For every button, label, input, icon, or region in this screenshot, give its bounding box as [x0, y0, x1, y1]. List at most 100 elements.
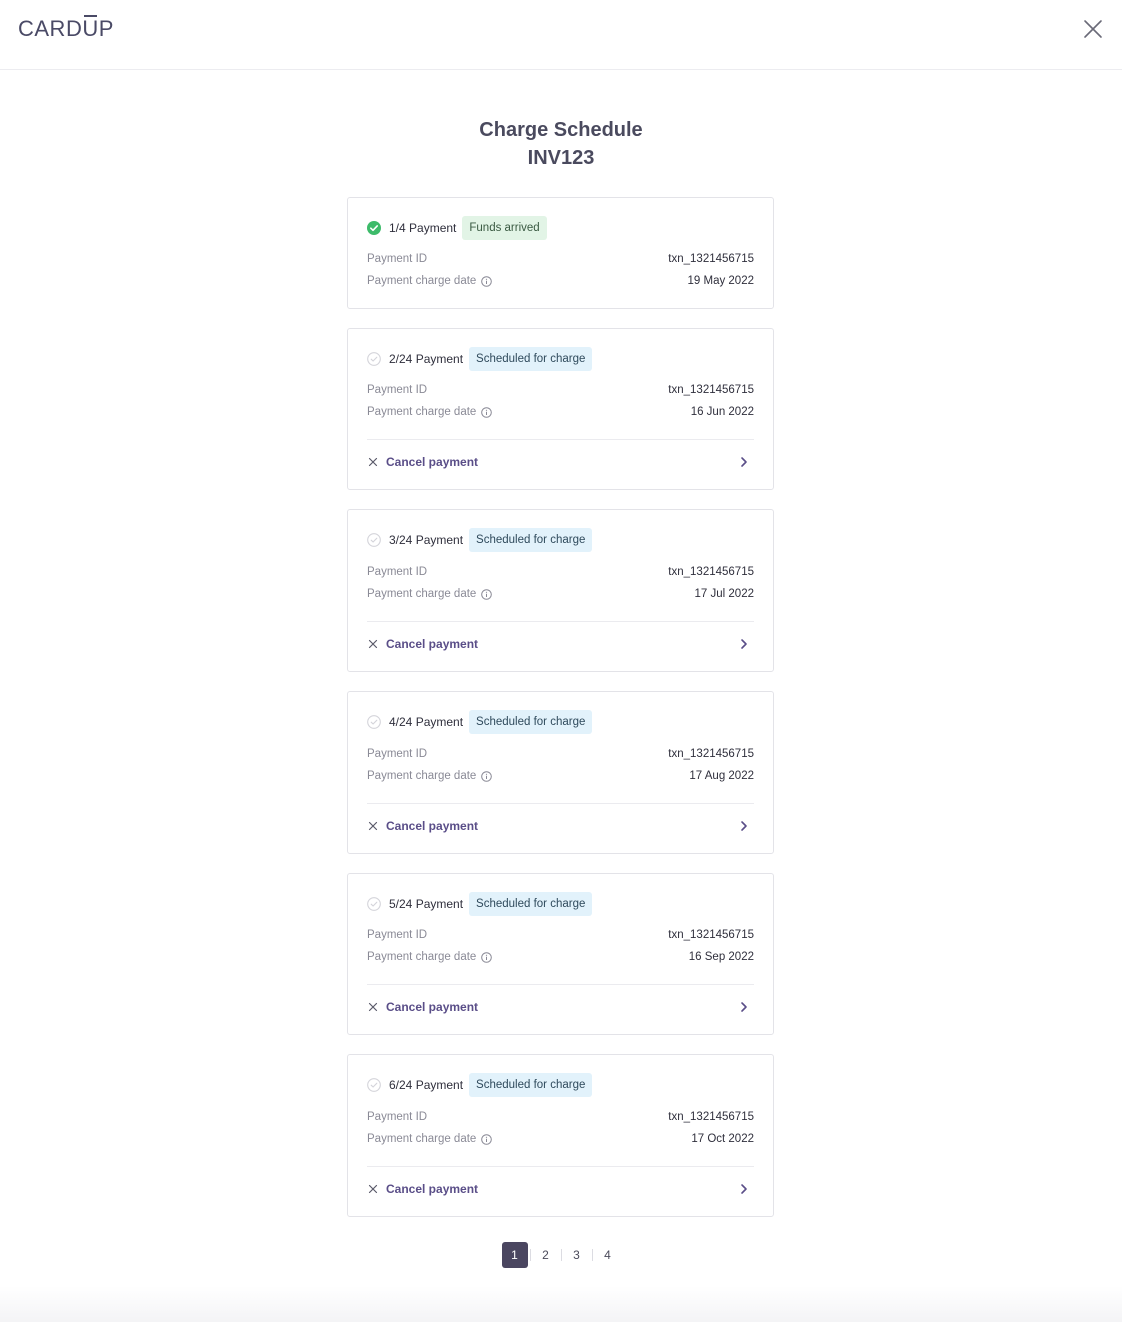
charge-date-value: 16 Jun 2022: [690, 406, 754, 418]
status-badge: Scheduled for charge: [469, 710, 593, 734]
page-header: Charge Schedule INV123: [0, 116, 1122, 172]
info-icon[interactable]: [481, 951, 493, 963]
page-button-2[interactable]: 2: [533, 1242, 559, 1268]
card-divider: [367, 984, 754, 985]
payment-id-value: txn_1321456715: [668, 384, 754, 396]
close-icon: [368, 1002, 378, 1012]
payment-id-value: txn_1321456715: [668, 1111, 754, 1123]
charge-date-row: Payment charge date 16 Sep 2022: [367, 948, 754, 966]
charge-date-value: 16 Sep 2022: [688, 951, 754, 963]
pending-circle-icon: [367, 352, 381, 366]
payment-id-row: Payment ID txn_1321456715: [367, 745, 754, 763]
cancel-payment-label: Cancel payment: [386, 1000, 479, 1014]
payment-card-header: 1/4 Payment Funds arrived: [367, 216, 547, 240]
charge-date-label: Payment charge date: [367, 406, 493, 418]
cancel-payment-button[interactable]: Cancel payment: [367, 997, 754, 1017]
close-icon: [368, 1184, 378, 1194]
payment-id-value: txn_1321456715: [668, 748, 754, 760]
info-icon[interactable]: [481, 275, 493, 287]
charge-date-label: Payment charge date: [367, 588, 493, 600]
charge-date-label-text: Payment charge date: [367, 1133, 477, 1145]
charge-date-row: Payment charge date 19 May 2022: [367, 272, 754, 290]
status-badge: Scheduled for charge: [469, 347, 593, 371]
close-icon: [368, 639, 378, 649]
status-badge: Scheduled for charge: [469, 892, 593, 916]
charge-date-value: 19 May 2022: [687, 275, 755, 287]
charge-date-value: 17 Oct 2022: [691, 1133, 754, 1145]
charge-date-label: Payment charge date: [367, 275, 493, 287]
payment-card-header: 2/24 Payment Scheduled for charge: [367, 347, 593, 371]
charge-date-label-text: Payment charge date: [367, 951, 477, 963]
payment-card: 3/24 Payment Scheduled for charge Paymen…: [347, 509, 774, 672]
chevron-right-icon: [741, 1184, 747, 1194]
chevron-right-icon: [741, 1002, 747, 1012]
payment-number: 1/4 Payment: [389, 221, 457, 235]
payment-number: 4/24 Payment: [389, 715, 464, 729]
payment-id-label: Payment ID: [367, 748, 428, 760]
page-title: Charge Schedule: [479, 119, 643, 141]
close-icon: [1084, 20, 1102, 38]
charge-date-row: Payment charge date 17 Aug 2022: [367, 767, 754, 785]
charge-date-row: Payment charge date 16 Jun 2022: [367, 403, 754, 421]
logo-text-post: P: [98, 16, 114, 41]
info-icon[interactable]: [481, 588, 493, 600]
charge-date-value: 17 Aug 2022: [689, 770, 754, 782]
card-divider: [367, 621, 754, 622]
cardup-logo[interactable]: CARDUP: [18, 15, 114, 42]
payment-card: 2/24 Payment Scheduled for charge Paymen…: [347, 328, 774, 490]
payment-id-row: Payment ID txn_1321456715: [367, 250, 754, 268]
payment-id-label: Payment ID: [367, 566, 428, 578]
charge-date-label-text: Payment charge date: [367, 406, 477, 418]
payment-id-row: Payment ID txn_1321456715: [367, 381, 754, 399]
page-separator: [529, 1249, 531, 1261]
payment-id-value: txn_1321456715: [668, 253, 754, 265]
cancel-payment-button[interactable]: Cancel payment: [367, 1179, 754, 1199]
page-separator: [591, 1249, 593, 1261]
pagination: 1 2 3 4: [0, 1242, 1122, 1268]
page-button-4[interactable]: 4: [595, 1242, 621, 1268]
payment-number: 2/24 Payment: [389, 352, 464, 366]
payment-id-label: Payment ID: [367, 253, 428, 265]
info-icon[interactable]: [481, 406, 493, 418]
card-divider: [367, 1166, 754, 1167]
check-circle-icon: [367, 221, 381, 235]
logo-text-pre: CARD: [18, 16, 83, 41]
payment-id-label: Payment ID: [367, 384, 428, 396]
pending-circle-icon: [367, 897, 381, 911]
payment-id-value: txn_1321456715: [668, 929, 754, 941]
payment-card-header: 5/24 Payment Scheduled for charge: [367, 892, 593, 916]
close-button[interactable]: [1082, 18, 1104, 40]
charge-date-label: Payment charge date: [367, 1133, 493, 1145]
page-button-1[interactable]: 1: [501, 1242, 528, 1268]
charge-date-label: Payment charge date: [367, 770, 493, 782]
payment-card: 1/4 Payment Funds arrived Payment ID txn…: [347, 197, 774, 309]
cancel-payment-label: Cancel payment: [386, 819, 479, 833]
pending-circle-icon: [367, 715, 381, 729]
cancel-payment-label: Cancel payment: [386, 637, 479, 651]
payment-number: 5/24 Payment: [389, 897, 464, 911]
pending-circle-icon: [367, 1078, 381, 1092]
top-bar: CARDUP: [0, 0, 1122, 70]
page-separator: [560, 1249, 562, 1261]
payment-id-row: Payment ID txn_1321456715: [367, 1108, 754, 1126]
cancel-payment-button[interactable]: Cancel payment: [367, 816, 754, 836]
info-icon[interactable]: [481, 1133, 493, 1145]
charge-date-row: Payment charge date 17 Oct 2022: [367, 1130, 754, 1148]
charge-date-label: Payment charge date: [367, 951, 493, 963]
charge-date-label-text: Payment charge date: [367, 770, 477, 782]
cancel-payment-label: Cancel payment: [386, 1182, 479, 1196]
charge-date-label-text: Payment charge date: [367, 275, 477, 287]
chevron-right-icon: [741, 821, 747, 831]
card-divider: [367, 803, 754, 804]
cancel-payment-label: Cancel payment: [386, 455, 479, 469]
card-divider: [367, 439, 754, 440]
payment-id-label: Payment ID: [367, 929, 428, 941]
cancel-payment-button[interactable]: Cancel payment: [367, 634, 754, 654]
payment-card: 6/24 Payment Scheduled for charge Paymen…: [347, 1054, 774, 1217]
payment-card: 4/24 Payment Scheduled for charge Paymen…: [347, 691, 774, 854]
page-button-3[interactable]: 3: [564, 1242, 590, 1268]
cancel-payment-button[interactable]: Cancel payment: [367, 452, 754, 472]
status-badge: Scheduled for charge: [469, 1073, 593, 1097]
payment-card-header: 4/24 Payment Scheduled for charge: [367, 710, 593, 734]
info-icon[interactable]: [481, 770, 493, 782]
